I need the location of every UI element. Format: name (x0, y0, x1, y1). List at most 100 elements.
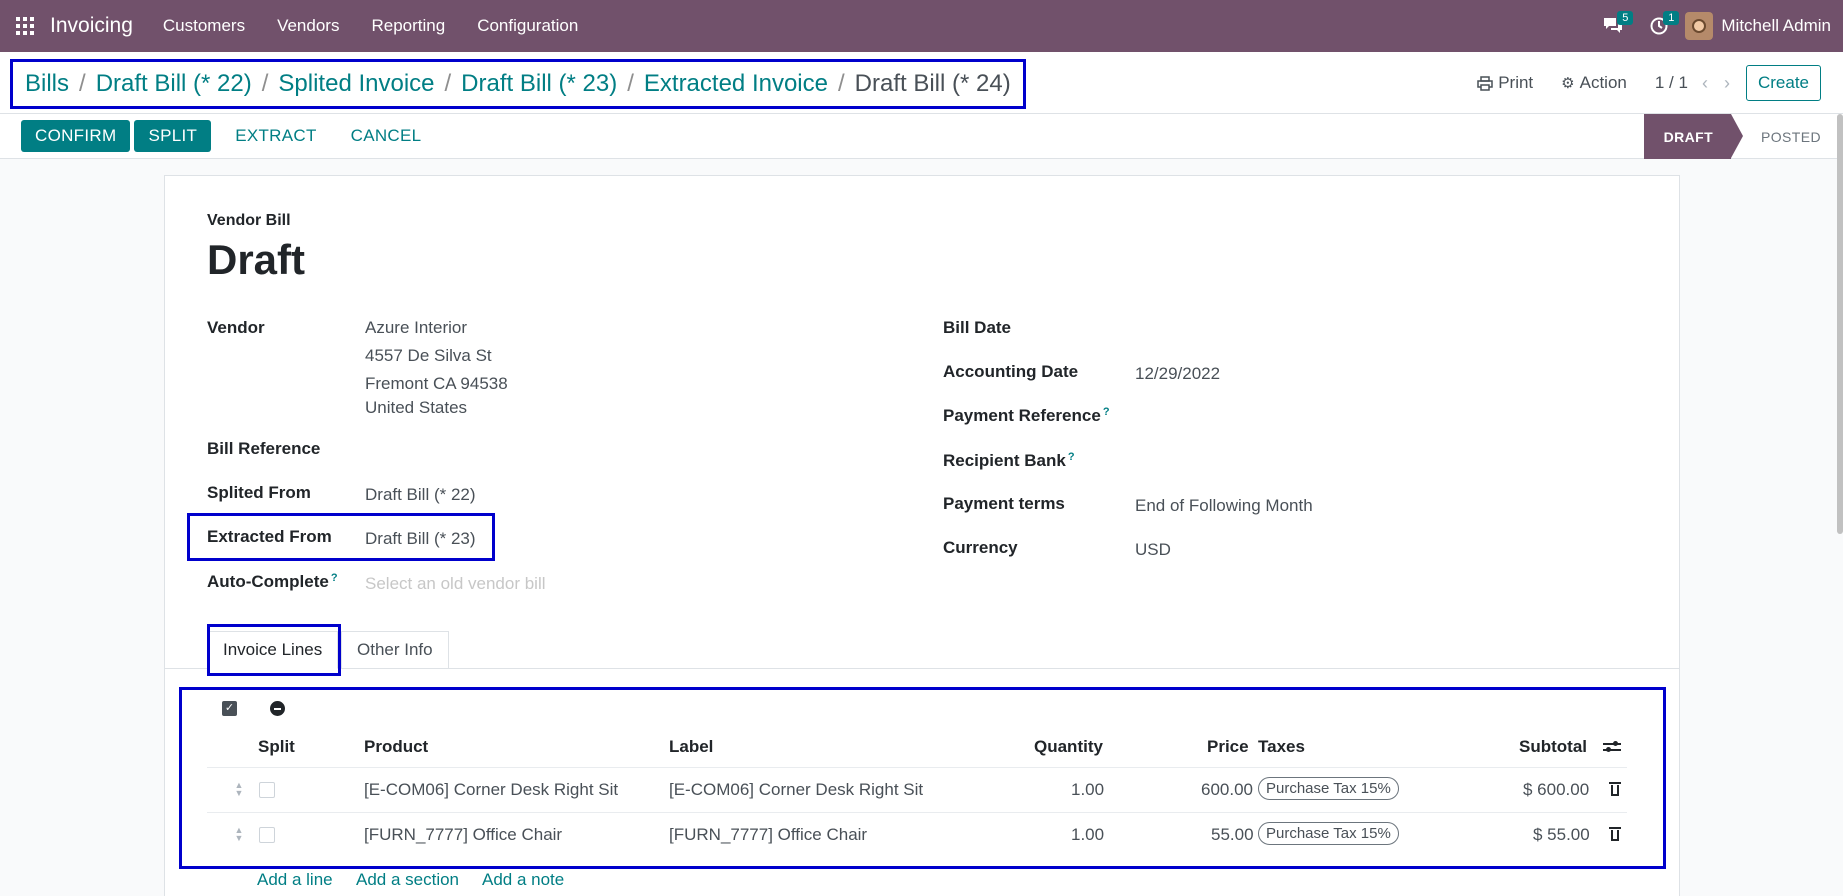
column-header-quantity[interactable]: Quantity (1034, 737, 1103, 757)
auto-complete-label-text: Auto-Complete (207, 572, 329, 591)
payment-terms-value[interactable]: End of Following Month (1135, 496, 1313, 516)
page-scrollbar[interactable] (1837, 114, 1843, 534)
pager-next-icon[interactable]: › (1724, 73, 1730, 94)
menu-customers[interactable]: Customers (163, 16, 245, 36)
column-header-subtotal[interactable]: Subtotal (1519, 737, 1587, 757)
accounting-date-label: Accounting Date (943, 362, 1079, 381)
confirm-button[interactable]: CONFIRM (21, 120, 131, 152)
add-section-link[interactable]: Add a section (356, 870, 459, 890)
create-button[interactable]: Create (1745, 65, 1821, 101)
column-header-label[interactable]: Label (669, 737, 713, 757)
select-all-checkbox-icon[interactable]: ✓ (222, 701, 237, 716)
vendor-city: Fremont CA 94538 (365, 374, 508, 393)
payment-reference-label-text: Payment Reference (943, 406, 1101, 425)
vendor-country: United States (365, 398, 468, 417)
auto-complete-input[interactable]: Select an old vendor bill (365, 574, 546, 594)
auto-complete-label: Auto-Complete? (207, 572, 338, 592)
breadcrumb-draft-bill-23[interactable]: Draft Bill (* 23) (461, 70, 617, 98)
help-tooltip-icon[interactable]: ? (1103, 406, 1110, 418)
splited-from-value[interactable]: Draft Bill (* 22) (365, 485, 476, 505)
pager-value[interactable]: 1 / 1 (1655, 73, 1688, 93)
activities-button[interactable]: 1 (1639, 0, 1680, 52)
pager-previous-icon[interactable]: ‹ (1702, 73, 1708, 94)
trash-icon[interactable] (1609, 781, 1621, 796)
unselect-icon[interactable] (270, 701, 285, 716)
quantity-cell[interactable]: 1.00 (1071, 825, 1104, 845)
cancel-button[interactable]: CANCEL (337, 120, 436, 152)
stage-draft[interactable]: DRAFT (1643, 114, 1744, 159)
currency-label: Currency (943, 538, 1018, 557)
price-cell[interactable]: 55.00 (1211, 825, 1254, 845)
user-avatar[interactable] (1685, 12, 1714, 40)
help-tooltip-icon[interactable]: ? (331, 572, 338, 584)
form-sheet: Vendor Bill Draft Vendor Azure Interior … (164, 175, 1680, 896)
breadcrumb-splited-invoice[interactable]: Splited Invoice (278, 70, 434, 98)
extract-button[interactable]: EXTRACT (221, 120, 330, 152)
label-cell[interactable]: [FURN_7777] Office Chair (669, 825, 867, 845)
breadcrumb-separator: / (837, 70, 845, 97)
split-checkbox[interactable] (259, 782, 275, 798)
table-row[interactable]: ▲ ▼ [E-COM06] Corner Desk Right Sit [E-CO… (207, 767, 1627, 812)
breadcrumb-bills[interactable]: Bills (25, 70, 69, 98)
column-header-split[interactable]: Split (258, 737, 295, 757)
recipient-bank-label-text: Recipient Bank (943, 451, 1066, 470)
column-header-price[interactable]: Price (1207, 737, 1249, 757)
breadcrumb-extracted-invoice[interactable]: Extracted Invoice (644, 70, 828, 98)
tax-tag[interactable]: Purchase Tax 15% (1258, 777, 1399, 800)
vendor-street: 4557 De Silva St (365, 346, 492, 365)
vendor-label: Vendor (207, 318, 265, 337)
user-name[interactable]: Mitchell Admin (1721, 16, 1831, 36)
stage-posted[interactable]: POSTED (1731, 114, 1843, 159)
help-tooltip-icon[interactable]: ? (1068, 451, 1075, 463)
recipient-bank-label: Recipient Bank? (943, 451, 1075, 471)
control-panel: Bills / Draft Bill (* 22) / Splited Invo… (0, 52, 1843, 114)
accounting-date-value[interactable]: 12/29/2022 (1135, 364, 1220, 384)
document-title: Draft (207, 236, 306, 283)
activities-count-badge: 1 (1663, 11, 1680, 25)
payment-terms-label: Payment terms (943, 494, 1065, 513)
split-checkbox[interactable] (259, 827, 275, 843)
top-navbar: Invoicing Customers Vendors Reporting Co… (0, 0, 1843, 52)
column-header-product[interactable]: Product (364, 737, 428, 757)
drag-handle-icon[interactable]: ▲ ▼ (234, 781, 244, 798)
extracted-from-label: Extracted From (207, 527, 332, 546)
quantity-cell[interactable]: 1.00 (1071, 780, 1104, 800)
apps-menu-icon[interactable] (0, 0, 50, 52)
add-note-link[interactable]: Add a note (482, 870, 564, 890)
gear-icon: ⚙ (1561, 75, 1575, 92)
vendor-name[interactable]: Azure Interior (365, 318, 467, 338)
table-row[interactable]: ▲ ▼ [FURN_7777] Office Chair [FURN_7777] … (207, 812, 1627, 857)
invoice-lines-tab-highlight (207, 624, 341, 676)
menu-reporting[interactable]: Reporting (371, 16, 445, 36)
price-cell[interactable]: 600.00 (1201, 780, 1253, 800)
action-button[interactable]: ⚙ Action (1561, 73, 1627, 93)
tab-other-info[interactable]: Other Info (341, 631, 449, 669)
print-icon (1477, 75, 1493, 91)
drag-handle-icon[interactable]: ▲ ▼ (234, 826, 244, 843)
breadcrumb-separator: / (444, 70, 452, 97)
split-button[interactable]: SPLIT (134, 120, 212, 152)
bill-date-label: Bill Date (943, 318, 1012, 337)
column-header-taxes[interactable]: Taxes (1258, 737, 1305, 757)
breadcrumb-draft-bill-22[interactable]: Draft Bill (* 22) (96, 70, 252, 98)
breadcrumb-separator: / (261, 70, 269, 97)
optional-columns-icon[interactable] (1603, 740, 1621, 754)
product-cell[interactable]: [FURN_7777] Office Chair (364, 825, 562, 845)
currency-value[interactable]: USD (1135, 540, 1171, 560)
product-cell[interactable]: [E-COM06] Corner Desk Right Sit (364, 780, 618, 800)
label-cell[interactable]: [E-COM06] Corner Desk Right Sit (669, 780, 923, 800)
tax-tag[interactable]: Purchase Tax 15% (1258, 822, 1399, 845)
breadcrumb-current: Draft Bill (* 24) (854, 70, 1011, 97)
add-line-link[interactable]: Add a line (257, 870, 333, 890)
subtotal-cell: $ 55.00 (1533, 825, 1590, 844)
menu-vendors[interactable]: Vendors (277, 16, 339, 36)
trash-icon[interactable] (1609, 826, 1621, 841)
extracted-from-value[interactable]: Draft Bill (* 23) (365, 529, 476, 549)
app-name[interactable]: Invoicing (50, 14, 133, 38)
payment-reference-label: Payment Reference? (943, 406, 1110, 426)
menu-configuration[interactable]: Configuration (477, 16, 578, 36)
print-button[interactable]: Print (1477, 73, 1533, 93)
messages-button[interactable]: 5 (1593, 0, 1634, 52)
status-bar: CONFIRM SPLIT EXTRACT CANCEL DRAFT POSTE… (0, 114, 1843, 159)
breadcrumb-separator: / (79, 70, 86, 97)
